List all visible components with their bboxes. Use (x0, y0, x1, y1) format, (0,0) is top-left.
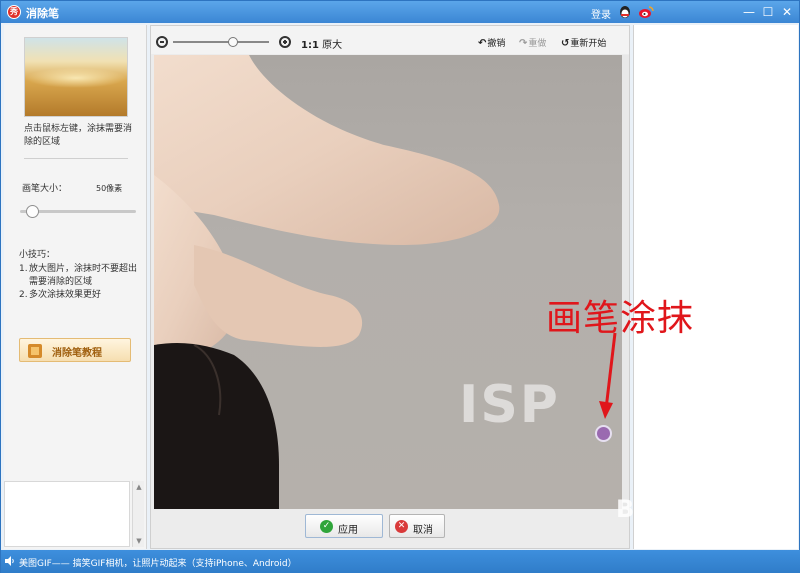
speaker-icon (5, 556, 14, 566)
zoom-slider-track[interactable] (173, 41, 269, 43)
tutorial-box-icon (28, 344, 42, 358)
canvas-toolbar: 1:1 原大 ↶撤销 ↷重做 ↺重新开始 (151, 26, 629, 54)
window-title: 消除笔 (26, 7, 59, 20)
cancel-x-icon: ✕ (395, 520, 408, 533)
tip-item: 1. 放大图片，涂抹时不要超出需要消除的区域 (19, 263, 139, 289)
redo-label: 重做 (528, 39, 547, 49)
undo-button[interactable]: ↶撤销 (478, 36, 505, 49)
eraser-tutorial-button[interactable]: 消除笔教程 (19, 338, 131, 362)
photo-content (154, 55, 500, 509)
undo-icon: ↶ (478, 38, 487, 49)
cancel-button[interactable]: ✕ 取消 (389, 514, 445, 538)
status-ad-link[interactable]: 美图GIF—— 搞笑GIF相机，让照片动起来（支持iPhone、Android） (19, 556, 297, 569)
scroll-up-icon[interactable]: ▲ (135, 483, 143, 491)
actual-size-button[interactable]: 1:1 原大 (301, 36, 342, 51)
baidu-logo-watermark: Baidu经验 (616, 495, 741, 523)
redo-button[interactable]: ↷重做 (519, 36, 546, 49)
brush-size-slider[interactable] (20, 205, 136, 218)
restart-button[interactable]: ↺重新开始 (561, 36, 606, 49)
ratio-label: 1:1 (301, 40, 319, 51)
close-button[interactable]: ✕ (780, 5, 794, 19)
tutorial-button-label: 消除笔教程 (52, 348, 102, 359)
ad-panel (4, 481, 130, 547)
tip-text: 多次涂抹效果更好 (29, 290, 102, 300)
tip-number: 2. (19, 290, 28, 300)
apply-label: 应用 (338, 525, 358, 536)
zoom-slider-handle[interactable] (228, 37, 238, 47)
brush-slider-handle[interactable] (26, 205, 39, 218)
annotation-arrow-icon (599, 332, 617, 419)
restart-label: 重新开始 (570, 39, 607, 49)
actual-size-label: 原大 (322, 40, 343, 51)
brush-size-value: 50像素 (96, 184, 123, 193)
maximize-button[interactable]: ☐ (761, 5, 775, 19)
weibo-icon[interactable] (638, 5, 654, 19)
brush-size-label: 画笔大小： (22, 184, 68, 194)
brush-cursor-icon (595, 425, 612, 442)
cancel-label: 取消 (413, 525, 433, 536)
tips-title: 小技巧： (19, 250, 56, 260)
canvas-scrollbar[interactable] (622, 55, 629, 509)
scroll-down-icon[interactable]: ▼ (135, 537, 143, 545)
editor-canvas-area: 1:1 原大 ↶撤销 ↷重做 ↺重新开始 ISP ✓ 应用 ✕ 取消 (150, 25, 630, 549)
left-panel: 点击鼠标左键，涂抹需要消除的区域 画笔大小： 50像素 小技巧： 1. 放大图片… (4, 25, 147, 549)
tip-text: 放大图片，涂抹时不要超出需要消除的区域 (29, 264, 138, 287)
photo-canvas[interactable]: ISP (154, 55, 622, 509)
restart-icon: ↺ (561, 38, 570, 49)
status-bar: 美图GIF—— 搞笑GIF相机，让照片动起来（支持iPhone、Android） (1, 550, 800, 573)
app-window: 秀 消除笔 登录 — ☐ ✕ 点击鼠标左键，涂抹需要消除的区域 画笔大小： 50… (0, 0, 800, 573)
divider (24, 158, 128, 159)
tip-item: 2. 多次涂抹效果更好 (19, 289, 139, 302)
usage-hint: 点击鼠标左键，涂抹需要消除的区域 (24, 124, 133, 147)
baidu-url-watermark: jingyan.baidu.com (653, 535, 764, 549)
undo-label: 撤销 (487, 39, 506, 49)
tip-number: 1. (19, 264, 28, 274)
apply-button[interactable]: ✓ 应用 (305, 514, 383, 538)
app-logo-icon: 秀 (7, 5, 21, 19)
check-icon: ✓ (320, 520, 333, 533)
tips-list: 1. 放大图片，涂抹时不要超出需要消除的区域 2. 多次涂抹效果更好 (19, 263, 139, 302)
title-bar: 秀 消除笔 登录 — ☐ ✕ (1, 1, 799, 23)
photo-watermark: ISP (459, 375, 560, 435)
ad-scrollbar[interactable]: ▲ ▼ (132, 481, 144, 547)
qq-penguin-icon[interactable] (618, 5, 632, 19)
right-panel (633, 25, 798, 549)
zoom-in-icon[interactable] (279, 36, 291, 48)
login-link[interactable]: 登录 (591, 6, 611, 21)
image-thumbnail (24, 37, 128, 117)
zoom-out-icon[interactable] (156, 36, 168, 48)
minimize-button[interactable]: — (742, 5, 756, 19)
redo-icon: ↷ (519, 38, 528, 49)
